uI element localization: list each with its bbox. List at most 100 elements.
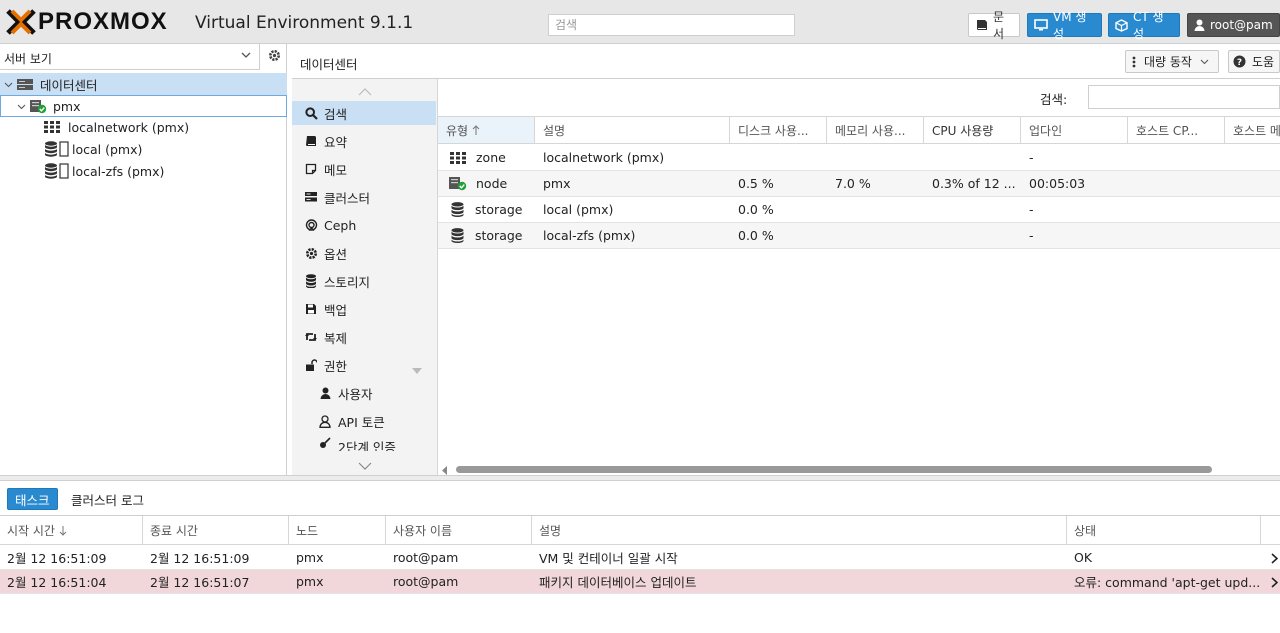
chevron-right-icon[interactable] (1271, 576, 1279, 591)
nav-item-options[interactable]: 옵션 (292, 241, 436, 265)
column-header-label: 사용자 이름 (393, 523, 453, 538)
nav-item-summary[interactable]: 요약 (292, 129, 436, 153)
table-row[interactable]: zone localnetwork (pmx) - (438, 145, 1280, 171)
caret-down-icon[interactable] (412, 362, 422, 377)
cell-description: local-zfs (pmx) (543, 228, 636, 243)
nav-item-search[interactable]: 검색 (292, 101, 436, 125)
tree-item-localnetwork[interactable]: localnetwork (pmx) (0, 116, 287, 138)
column-header-host-memory[interactable]: 호스트 메 (1225, 117, 1280, 143)
nav-item-users[interactable]: 사용자 (292, 381, 436, 405)
column-header-uptime[interactable]: 업다인 (1021, 117, 1128, 143)
svg-text:?: ? (1237, 58, 1242, 68)
view-selector[interactable]: 서버 보기 (0, 44, 260, 70)
column-header-host-cpu[interactable]: 호스트 CP... (1128, 117, 1225, 143)
chevron-down-icon[interactable] (2, 80, 14, 89)
cell-type-label: zone (476, 150, 506, 165)
nav-item-backup[interactable]: 백업 (292, 297, 436, 321)
grid-header: 유형 설명 디스크 사용... 메모리 사용... CPU 사용량 업다인 호스… (438, 116, 1280, 144)
nav-item-label: 권한 (324, 358, 348, 374)
cell-description: localnetwork (pmx) (543, 150, 665, 165)
tree-item-datacenter[interactable]: 데이터센터 (0, 73, 287, 95)
grid-search-input[interactable] (1088, 85, 1280, 109)
cell-disk: 0.0 % (738, 228, 774, 243)
column-header-label: 시작 시간 (7, 523, 55, 538)
cell-description: pmx (543, 176, 571, 191)
user-icon (316, 387, 334, 399)
bulk-actions-label: 대량 동작 (1144, 55, 1192, 69)
nav-item-two-factor[interactable]: 2단계 인증 (292, 437, 436, 451)
bulk-actions-button[interactable]: 대량 동작 (1125, 50, 1219, 73)
global-search-input[interactable] (548, 14, 795, 36)
column-header-start-time[interactable]: 시작 시간 (0, 516, 143, 544)
scroll-down-icon[interactable] (358, 459, 372, 474)
nav-item-cluster[interactable]: 클러스터 (292, 185, 436, 209)
cell-end-time: 2월 12 16:51:09 (150, 551, 250, 566)
tab-cluster-log[interactable]: 클러스터 로그 (64, 488, 151, 510)
proxmox-logo[interactable]: PROXMOX (6, 8, 168, 36)
cell-cpu (924, 223, 1021, 249)
nav-item-api-tokens[interactable]: API 토큰 (292, 409, 436, 433)
create-ct-button[interactable]: CT 생성 (1108, 10, 1180, 41)
table-row[interactable]: storage local-zfs (pmx) 0.0 % - (438, 223, 1280, 249)
tree-item-local[interactable]: local (pmx) (0, 138, 287, 160)
nav-item-ceph[interactable]: Ceph (292, 213, 436, 237)
search-results-panel: 검색: 유형 설명 디스크 사용... 메모리 사용... CPU 사용량 업다… (438, 79, 1280, 475)
column-header-label: 호스트 메 (1233, 123, 1280, 138)
tree-item-local-zfs[interactable]: local-zfs (pmx) (0, 160, 287, 182)
documentation-button[interactable]: 문서 (968, 10, 1020, 41)
unlock-icon (302, 358, 320, 372)
network-zone-icon (450, 151, 466, 164)
nav-item-replication[interactable]: 복제 (292, 325, 436, 349)
column-header-label: 설명 (539, 523, 562, 538)
column-header-node[interactable]: 노드 (289, 516, 386, 544)
nav-item-label: 사용자 (338, 386, 373, 402)
cell-memory (827, 145, 924, 171)
nav-item-notes[interactable]: 메모 (292, 157, 436, 181)
column-header-memory-usage[interactable]: 메모리 사용... (827, 117, 924, 143)
book-icon (975, 19, 988, 31)
task-row-error[interactable]: 2월 12 16:51:04 2월 12 16:51:07 pmx root@p… (0, 570, 1280, 594)
tree-item-node-pmx[interactable]: pmx (0, 95, 287, 117)
column-header-cpu-usage[interactable]: CPU 사용량 (924, 117, 1021, 143)
nav-item-permissions[interactable]: 권한 (292, 353, 436, 377)
cell-node: pmx (296, 550, 324, 565)
column-header-status[interactable]: 상태 (1067, 516, 1261, 544)
cell-type: storage (438, 197, 535, 223)
tab-tasks[interactable]: 태스크 (7, 488, 58, 510)
storage-icon (44, 141, 70, 157)
cell-username: root@pam (393, 550, 459, 565)
cell-status: 오류: command 'apt-get upd... (1074, 575, 1261, 590)
chevron-down-icon (241, 49, 251, 63)
proxmox-x-icon (6, 9, 36, 35)
column-header-end-time[interactable]: 종료 시간 (143, 516, 289, 544)
column-header-username[interactable]: 사용자 이름 (386, 516, 532, 544)
cell-type-label: storage (475, 228, 523, 243)
table-row[interactable]: node pmx 0.5 % 7.0 % 0.3% of 12 ... 00:0… (438, 171, 1280, 197)
chevron-down-icon[interactable] (15, 102, 27, 111)
column-header-description[interactable]: 설명 (532, 516, 1067, 544)
column-header-disk-usage[interactable]: 디스크 사용... (730, 117, 827, 143)
scroll-up-icon[interactable] (358, 85, 372, 100)
user-outline-icon (316, 414, 334, 428)
help-button[interactable]: ? 도움 (1228, 50, 1280, 73)
content-header: 데이터센터 대량 동작 ? 도움 (292, 44, 1280, 79)
user-menu-button[interactable]: root@pam (1187, 13, 1280, 37)
cell-cpu (924, 145, 1021, 171)
sort-ascending-icon (472, 124, 480, 136)
column-header-description[interactable]: 설명 (535, 117, 730, 143)
nav-item-storage[interactable]: 스토리지 (292, 269, 436, 293)
table-row[interactable]: storage local (pmx) 0.0 % - (438, 197, 1280, 223)
cell-uptime: - (1029, 150, 1034, 165)
tree-settings-button[interactable] (263, 46, 285, 68)
create-vm-button[interactable]: VM 생성 (1027, 10, 1102, 41)
chevron-right-icon[interactable] (1271, 552, 1279, 567)
tree-item-label: local (pmx) (72, 141, 143, 157)
column-header-type[interactable]: 유형 (438, 117, 535, 143)
horizontal-scrollbar[interactable] (442, 463, 1280, 475)
grid-search-label: 검색: (1040, 92, 1068, 107)
cell-disk: 0.5 % (738, 176, 774, 191)
scrollbar-thumb[interactable] (456, 466, 1212, 473)
column-header-label: 디스크 사용... (738, 123, 809, 138)
task-row[interactable]: 2월 12 16:51:09 2월 12 16:51:09 pmx root@p… (0, 546, 1280, 570)
cell-disk (730, 145, 827, 171)
